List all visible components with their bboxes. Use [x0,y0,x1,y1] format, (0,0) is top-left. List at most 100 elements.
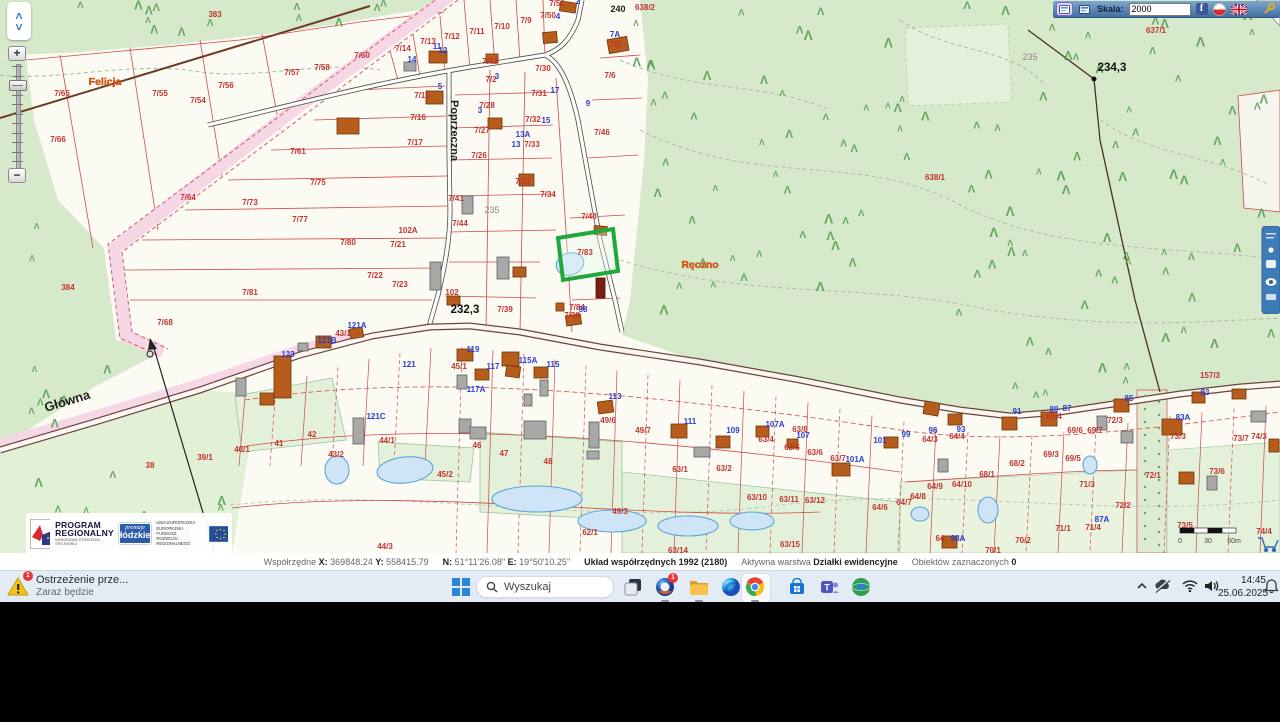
elevation-label: 232,3 [451,304,480,316]
task-view-icon[interactable] [622,576,644,598]
tree-symbol: Λ [1162,266,1169,277]
building-footprint [948,414,962,425]
wifi-icon[interactable] [1182,579,1198,597]
parcel-label: 71/4 [1085,523,1101,532]
parcel-label: 7/5 [609,40,621,49]
notification-bell-icon[interactable] [1264,578,1279,599]
pan-control[interactable]: ˄ ˅ [7,2,31,40]
teams-icon[interactable]: T [818,576,840,598]
parcel-label: 64/3 [922,435,938,444]
tree-symbol: Λ [374,3,381,14]
address-label: 98 [579,305,588,314]
building-footprint [716,436,730,448]
tree-symbol: Λ [1175,74,1182,85]
scale-input[interactable] [1129,3,1191,16]
zoom-out-button[interactable]: − [8,168,26,183]
building-footprint [497,257,509,279]
parcel-label: 638/2 [635,3,656,12]
file-explorer-icon[interactable] [688,576,710,598]
parcel-label: 7/31 [531,89,547,98]
map-toolbar: Skala: f [1053,1,1280,18]
strip-dot [1144,512,1146,514]
parcel-label: 7/44 [452,219,468,228]
tree-symbol: Λ [840,138,847,149]
address-label: 119 [467,345,480,354]
tree-symbol: Λ [816,279,825,294]
tree-symbol: Λ [296,13,303,23]
tree-symbol: Λ [77,0,84,11]
start-button[interactable] [452,578,470,596]
tree-symbol: Λ [633,19,639,28]
right-panel-tab[interactable] [1260,226,1280,314]
pan-up-icon[interactable]: ˄ [15,11,22,21]
parcel-label: 7/16 [410,113,426,122]
zoom-tick [12,133,23,134]
zoom-in-button[interactable]: + [8,46,26,61]
facebook-icon[interactable]: f [1196,3,1208,15]
parcel-label: 71/3 [1079,480,1095,489]
tree-symbol: Λ [103,362,111,376]
strip-dot [1144,408,1146,410]
parcel-label: 7/54 [190,96,206,105]
panel-icon[interactable] [1266,260,1276,268]
card-icon [1079,5,1090,14]
address-label: 4 [556,12,561,21]
elevation-label: 234,3 [1098,62,1127,74]
tree-symbol: Λ [756,249,762,259]
zoom-tick [12,95,23,96]
eye-icon[interactable] [1266,278,1277,286]
tree-symbol: Λ [34,475,43,490]
address-label: 85 [1125,394,1134,403]
parcel-label: 102A [398,226,417,235]
pan-down-icon[interactable]: ˅ [15,22,22,32]
address-label: 5 [438,82,443,91]
polish-flag-icon[interactable] [1213,3,1226,16]
tree-symbol: Λ [740,272,748,284]
zoom-tick [12,123,23,124]
tree-symbol: Λ [995,123,1001,133]
wrench-icon[interactable] [1262,2,1276,16]
tree-symbol: Λ [1233,242,1241,255]
building-footprint [298,343,308,351]
parcel-label: 71/1 [1055,524,1071,533]
zoom-tick [12,76,23,77]
dot-icon[interactable] [1268,247,1273,252]
scale-bar-segment [1208,528,1222,533]
tree-symbol: Λ [863,103,869,113]
building-footprint [459,419,471,433]
parcel-label: 7/61 [290,147,306,156]
parcel-label: 7/30 [535,64,551,73]
badged-app-icon[interactable]: 1 [654,576,676,598]
taskbar: 1 Ostrzeżenie prze... Zaraz będzie Wyszu… [0,570,1280,603]
taskbar-search[interactable]: Wyszukaj [476,576,614,598]
tray-clock[interactable]: 14:45 25.06.2025 [1218,575,1266,600]
onedrive-paused-icon[interactable] [1154,578,1172,598]
layers-toggle-button[interactable] [1077,3,1092,15]
map-viewport[interactable]: ΛΛΛΛΛΛΛΛΛΛΛΛΛΛΛΛΛΛΛΛΛΛΛΛΛΛΛΛΛΛΛΛΛΛΛΛΛΛΛΛ… [0,0,1280,553]
edge-icon[interactable] [720,576,742,598]
uk-flag-icon[interactable] [1231,4,1247,15]
building-footprint [597,400,614,414]
lodzkie-logo: promuje łódzkie [119,523,152,544]
parcel-label: 63/6 [807,448,823,457]
globe-app-icon[interactable] [850,576,872,598]
weather-widget[interactable]: 1 Ostrzeżenie prze... Zaraz będzie [6,574,128,598]
ms-store-icon[interactable] [786,576,808,598]
building-footprint [694,447,710,457]
legend-toggle-button[interactable] [1057,3,1072,15]
building-footprint [505,365,520,378]
building-footprint [540,380,548,396]
strip-dot [1158,518,1160,520]
map-canvas[interactable]: ΛΛΛΛΛΛΛΛΛΛΛΛΛΛΛΛΛΛΛΛΛΛΛΛΛΛΛΛΛΛΛΛΛΛΛΛΛΛΛΛ… [0,0,1280,553]
strip-dot [1144,447,1146,449]
tray-chevron-icon[interactable] [1136,579,1148,597]
address-label: 87A [1095,515,1110,524]
tray-date: 25.06.2025 [1218,588,1266,601]
parcel-label: 7/57 [284,68,300,77]
building-footprint [337,118,359,134]
chrome-icon[interactable] [744,576,766,598]
tree-symbol: Λ [654,186,662,200]
panel-icon[interactable] [1266,294,1276,300]
address-label: 96 [929,426,938,435]
tree-symbol: Λ [28,406,35,417]
